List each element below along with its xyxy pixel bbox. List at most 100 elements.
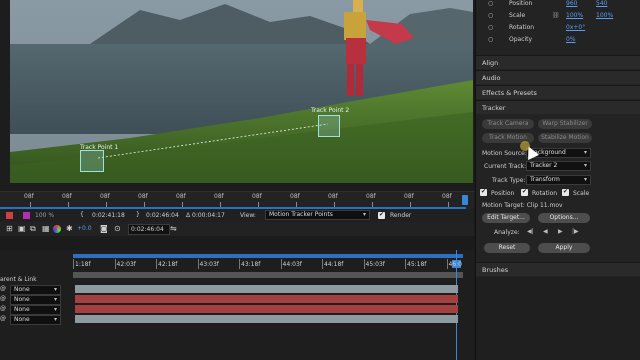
layer-bar[interactable] — [75, 285, 458, 293]
timeline-ruler-tick — [73, 259, 74, 269]
camera-icon[interactable]: ◙ — [100, 224, 108, 233]
color-channel-icon[interactable] — [53, 225, 61, 233]
timeline-work-area[interactable] — [73, 254, 463, 258]
exposure-icon[interactable]: ✱ — [66, 224, 73, 233]
snapshot-icon[interactable] — [6, 212, 13, 219]
section-effects-presets[interactable]: Effects & Presets — [476, 85, 640, 99]
ruler-tick — [68, 202, 69, 207]
panel-empty-area — [476, 277, 640, 360]
transform-property-label: Scale — [509, 12, 526, 19]
stopwatch-icon[interactable]: ○ — [488, 36, 493, 43]
ruler-tick — [30, 202, 31, 207]
transform-value-2[interactable]: 540 — [596, 0, 607, 7]
layer-parent-dropdown[interactable]: None ▾ — [10, 315, 61, 325]
timeline-nav-bar[interactable] — [73, 272, 463, 278]
grid-icon[interactable]: ⊞ — [6, 224, 13, 233]
section-audio[interactable]: Audio — [476, 70, 640, 84]
chevron-down-icon: ▾ — [583, 176, 587, 183]
transparency-grid-icon[interactable]: ▦ — [42, 224, 50, 233]
section-brushes[interactable]: Brushes — [476, 262, 640, 276]
rotation-checkbox[interactable] — [521, 188, 528, 196]
transform-value-1[interactable]: 100% — [566, 12, 583, 19]
scale-checkbox[interactable] — [562, 188, 569, 196]
layer-parent-dropdown[interactable]: None ▾ — [10, 295, 61, 305]
stopwatch-icon[interactable]: ○ — [488, 12, 493, 19]
transform-value-1[interactable]: 0x+0° — [566, 24, 585, 31]
warp-stabilizer-button[interactable]: Warp Stabilizer — [538, 119, 592, 129]
section-align[interactable]: Align — [476, 55, 640, 69]
reset-button[interactable]: Reset — [484, 243, 530, 253]
edit-target-button[interactable]: Edit Target... — [482, 213, 530, 223]
apply-button[interactable]: Apply — [538, 243, 590, 253]
playhead-handle[interactable] — [462, 195, 468, 205]
mask-icon[interactable]: ▣ — [18, 224, 26, 233]
position-checkbox[interactable] — [480, 188, 487, 196]
parent-pickwhip-icon[interactable]: @ — [0, 295, 6, 302]
timeline-ruler-label: 42:18f — [158, 261, 178, 268]
region-icon[interactable]: ⧉ — [30, 224, 36, 234]
track-camera-button[interactable]: Track Camera — [482, 119, 534, 129]
composition-viewer[interactable]: Track Point 1 Track Point 2 — [0, 0, 474, 191]
track-point-2-box[interactable] — [318, 115, 340, 137]
transform-property-label: Rotation — [509, 24, 535, 31]
ruler-tick-label: 08f — [328, 193, 338, 200]
layer-parent-dropdown[interactable]: None ▾ — [10, 305, 61, 315]
analyze-back-one-frame-icon[interactable]: ◀| — [527, 228, 534, 235]
stabilize-motion-button[interactable]: Stabilize Motion — [538, 133, 592, 143]
analyze-backward-icon[interactable]: ◀ — [543, 228, 548, 235]
motion-source-label: Motion Source: — [482, 150, 527, 157]
render-checkbox[interactable] — [378, 211, 385, 219]
current-time-field[interactable]: 0:02:46:04 — [128, 224, 170, 235]
layer-bar[interactable] — [75, 315, 458, 323]
exposure-value[interactable]: +0.0 — [77, 225, 92, 232]
stopwatch-icon[interactable]: ○ — [488, 0, 493, 7]
parent-pickwhip-icon[interactable]: @ — [0, 285, 6, 292]
options-button[interactable]: Options... — [538, 213, 590, 223]
layer-bar[interactable] — [75, 305, 458, 313]
analyze-forward-one-frame-icon[interactable]: |▶ — [572, 228, 579, 235]
layer-bar[interactable] — [75, 295, 458, 303]
ruler-tick — [372, 202, 373, 207]
parent-pickwhip-icon[interactable]: @ — [0, 305, 6, 312]
constrain-proportions-icon[interactable]: ⛓ — [552, 12, 560, 19]
time-start[interactable]: 0:02:41:18 — [92, 212, 125, 219]
timeline-ruler-tick — [156, 259, 157, 269]
transform-value-1[interactable]: 960 — [566, 0, 577, 7]
color-label-icon[interactable] — [23, 212, 30, 219]
ruler-tick-label: 08f — [366, 193, 376, 200]
ruler-tick-label: 08f — [290, 193, 300, 200]
timeline-ruler-label: 44:03f — [282, 261, 302, 268]
zoom-level[interactable]: 100 % — [35, 212, 54, 219]
time-ruler[interactable]: 08f 08f 08f 08f 08f 08f 08f 08f 08f 08f 08f 08f — [0, 191, 474, 209]
video-frame[interactable]: Track Point 1 Track Point 2 — [10, 0, 473, 183]
layer-parent-dropdown[interactable]: None ▾ — [10, 285, 61, 295]
stopwatch-icon[interactable]: ○ — [488, 24, 493, 31]
right-panel: Align Audio Effects & Presets Tracker Tr… — [475, 0, 640, 360]
section-tracker[interactable]: Tracker — [476, 100, 640, 114]
transform-value-1[interactable]: 0% — [566, 36, 576, 43]
current-track-select[interactable]: Tracker 2 ▾ — [526, 161, 591, 171]
render-label: Render — [390, 212, 412, 219]
chevron-down-icon: ▾ — [53, 306, 57, 313]
chevron-down-icon: ▾ — [583, 162, 587, 169]
analyze-forward-icon[interactable]: ▶ — [558, 228, 563, 235]
show-snapshot-icon[interactable]: ⊙ — [114, 224, 121, 233]
timeline-ruler-tick — [322, 259, 323, 269]
track-type-label: Track Type: — [492, 177, 526, 184]
chevron-down-icon: ▾ — [53, 296, 57, 303]
track-type-select[interactable]: Transform ▾ — [526, 175, 591, 185]
ruler-tick-label: 08f — [24, 193, 34, 200]
bracket-end-icon: } — [136, 211, 140, 218]
track-point-1-box[interactable] — [80, 150, 104, 172]
analyze-label: Analyze: — [494, 229, 520, 236]
cursor-highlight — [520, 141, 530, 151]
timeline-panel[interactable]: arent & Link 1:18f 42:03f 42:18f 43:03f 43:1… — [0, 250, 474, 360]
panel-gap — [0, 236, 474, 250]
transform-value-2[interactable]: 100% — [596, 12, 613, 19]
duration-readout: Δ 0:00:04:17 — [186, 212, 225, 219]
time-end[interactable]: 0:02:46:04 — [146, 212, 179, 219]
view-dropdown[interactable]: Motion Tracker Points ▾ — [265, 210, 370, 220]
viewer-toolbar: ⊞ ▣ ⧉ ▦ ✱ +0.0 ◙ ⊙ 0:02:46:04 ⇋ — [0, 222, 474, 236]
fast-preview-icon[interactable]: ⇋ — [170, 224, 177, 233]
parent-pickwhip-icon[interactable]: @ — [0, 315, 6, 322]
